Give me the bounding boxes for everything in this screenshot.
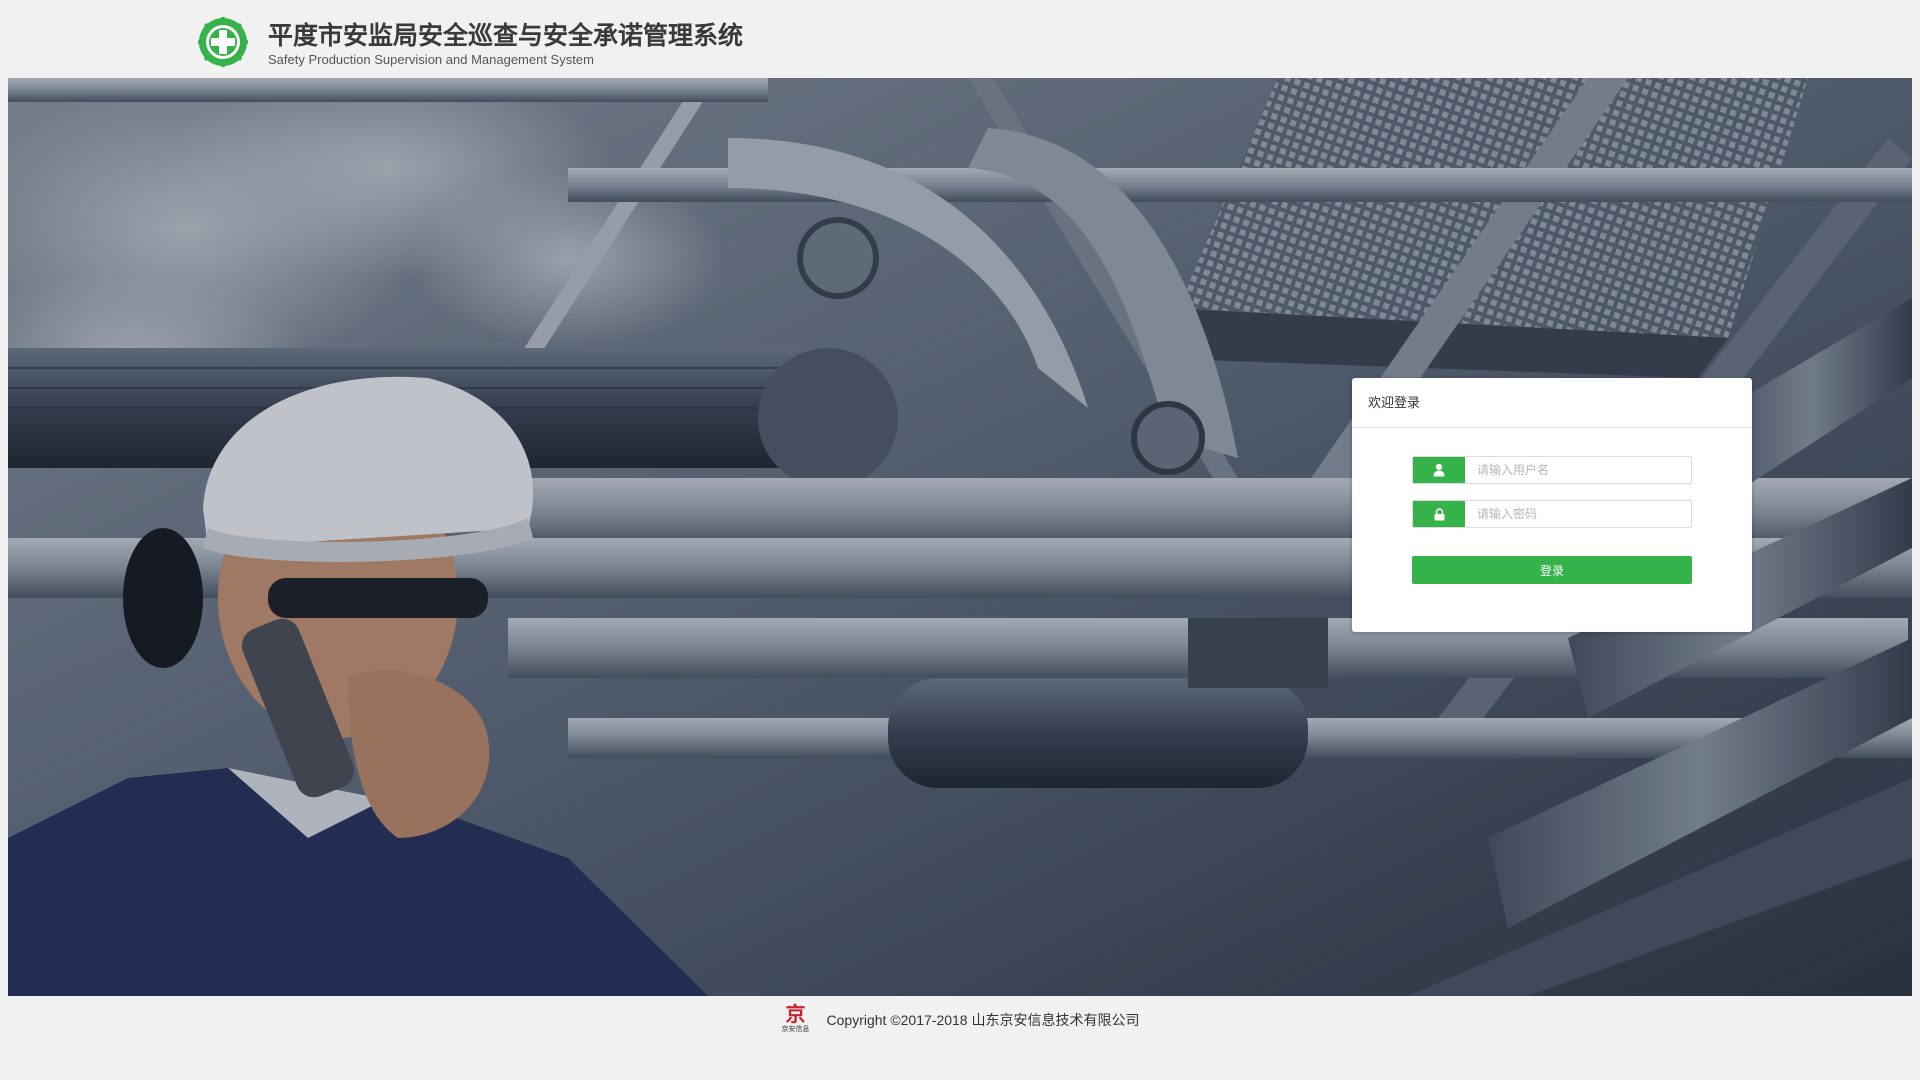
password-field xyxy=(1412,500,1692,528)
safety-cross-icon xyxy=(198,17,248,67)
login-header: 欢迎登录 xyxy=(1352,378,1752,428)
company-logo: 京 京安信息 xyxy=(781,1003,811,1037)
page-title: 平度市安监局安全巡查与安全承诺管理系统 xyxy=(268,21,744,50)
title-block: 平度市安监局安全巡查与安全承诺管理系统 Safety Production Su… xyxy=(268,20,743,68)
page-subtitle: Safety Production Supervision and Manage… xyxy=(268,52,594,67)
login-button[interactable]: 登录 xyxy=(1412,556,1692,584)
company-logo-text: 京安信息 xyxy=(781,1025,810,1033)
login-heading: 欢迎登录 xyxy=(1368,395,1421,410)
password-input[interactable] xyxy=(1465,501,1691,527)
lock-icon xyxy=(1413,501,1465,527)
copyright-text: Copyright ©2017-2018 山东京安信息技术有限公司 xyxy=(826,1012,1140,1028)
company-logo-glyph: 京 xyxy=(785,1002,806,1026)
username-input[interactable] xyxy=(1465,457,1691,483)
user-icon xyxy=(1413,457,1465,483)
username-field xyxy=(1412,456,1692,484)
login-panel: 欢迎登录 登录 xyxy=(1352,378,1752,632)
app-header: 平度市安监局安全巡查与安全承诺管理系统 Safety Production Su… xyxy=(0,0,1920,78)
app-footer: 京 京安信息 Copyright ©2017-2018 山东京安信息技术有限公司 xyxy=(8,996,1912,1044)
